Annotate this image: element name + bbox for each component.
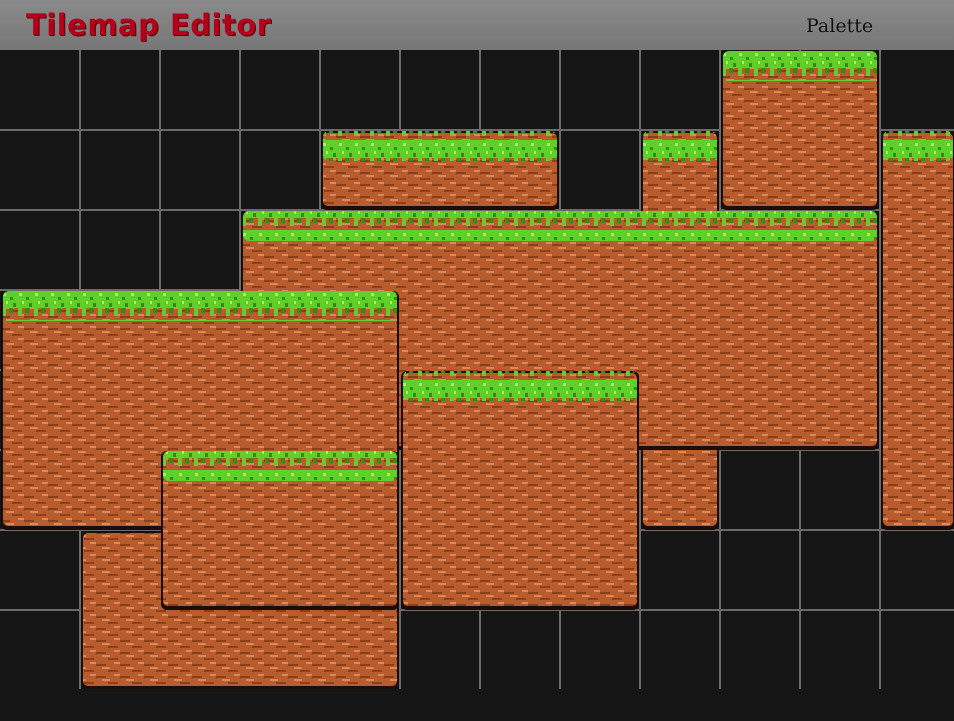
app-title: Tilemap Editor — [26, 8, 272, 42]
grass-top — [723, 51, 877, 81]
platform-low-front[interactable] — [161, 451, 399, 610]
grass-top — [163, 451, 397, 481]
bottom-bar — [0, 689, 954, 721]
platform-center-block[interactable] — [401, 371, 639, 610]
tilemap-canvas[interactable] — [0, 50, 954, 721]
grass-top — [243, 211, 877, 241]
grass-top — [323, 131, 557, 161]
platform-tall-right[interactable] — [721, 51, 879, 210]
top-bar: Tilemap Editor Palette — [0, 0, 954, 51]
grass-top — [3, 291, 397, 321]
palette-button[interactable]: Palette — [806, 15, 873, 37]
grass-top — [643, 131, 717, 161]
tilemap-svg[interactable] — [0, 50, 954, 721]
grass-top — [403, 371, 637, 401]
platform-upper-middle[interactable] — [321, 131, 559, 210]
platform-far-right[interactable] — [881, 131, 954, 530]
dirt-fill — [403, 373, 637, 606]
grass-top — [883, 131, 953, 161]
dirt-fill — [883, 133, 953, 526]
